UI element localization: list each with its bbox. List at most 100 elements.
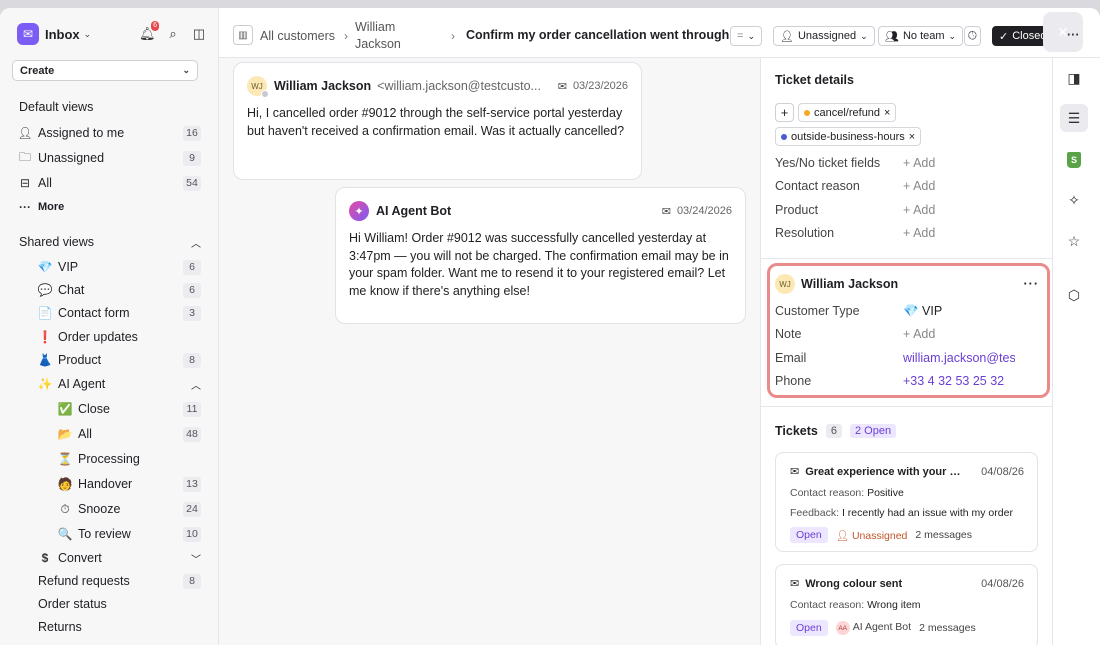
chevron-down-icon[interactable]: ⌄: [84, 29, 92, 40]
customer-phone-link[interactable]: +33 4 32 53 25 32: [903, 374, 1004, 388]
sidebar-item-ai-handover[interactable]: 🧑 Handover 13: [57, 474, 201, 494]
ticket-date: 04/08/26: [981, 577, 1024, 590]
ticket-details-panel: Ticket details + cancel/refund × outside…: [760, 58, 1053, 645]
priority-icon: =: [737, 30, 744, 42]
sidebar-item-ai-processing[interactable]: ⏳ Processing: [57, 449, 201, 469]
sidebar-item-refund-requests[interactable]: Refund requests 8: [38, 571, 201, 591]
sidebar-more[interactable]: ··· More: [17, 197, 201, 217]
remove-tag-icon[interactable]: ×: [909, 131, 915, 143]
tag-cancel-refund[interactable]: cancel/refund ×: [798, 103, 897, 122]
collapse-sidebar-icon[interactable]: ◫: [191, 26, 207, 42]
more-label: More: [38, 201, 65, 213]
default-views-title: Default views: [19, 100, 94, 114]
sidebar-item-returns[interactable]: Returns: [38, 617, 201, 637]
sidebar-item-order-status[interactable]: Order status: [38, 594, 201, 614]
customer-details-icon[interactable]: ☰: [1060, 104, 1088, 132]
remove-tag-icon[interactable]: ×: [884, 107, 890, 119]
customer-email-link[interactable]: william.jackson@testcustomer.com: [903, 351, 1015, 365]
stopwatch-icon: ⏱: [60, 501, 70, 516]
view-count: 24: [183, 501, 201, 517]
tickets-count: 6: [825, 424, 842, 438]
more-options-icon[interactable]: ···: [1067, 28, 1080, 42]
breadcrumb-customer-last[interactable]: Jackson: [355, 37, 401, 51]
status-badge: Open: [790, 527, 828, 543]
avatar: WJ: [247, 76, 269, 98]
tag-outside-business-hours[interactable]: outside-business-hours ×: [775, 127, 922, 146]
folder-icon: 🗀: [18, 149, 31, 164]
ticket-card[interactable]: ✉ Wrong colour sent 04/08/26 Contact rea…: [775, 564, 1038, 645]
settings-icon[interactable]: ⬡: [1060, 281, 1088, 309]
add-tag-button[interactable]: +: [775, 103, 794, 122]
inbox-title[interactable]: Inbox: [45, 27, 80, 42]
customer-type-value[interactable]: 💎 VIP: [903, 304, 942, 319]
team-select[interactable]: 👥︎ No team ⌄: [878, 26, 964, 46]
sidebar-item-assigned-to-me[interactable]: 👤︎ Assigned to me 16: [17, 123, 201, 143]
notification-badge: 6: [151, 21, 159, 31]
sidebar-item-order-updates[interactable]: ❗ Order updates: [37, 327, 201, 347]
snooze-button[interactable]: 🕓︎: [964, 26, 981, 46]
sidebar-item-ai-to-review[interactable]: 🔍 To review 10: [57, 524, 201, 544]
shared-views-title: Shared views: [19, 235, 95, 249]
sidebar-item-label: Returns: [38, 620, 82, 634]
chevron-up-icon: ︿: [191, 380, 201, 392]
sidebar-item-ai-snooze[interactable]: ⏱ Snooze 24: [57, 499, 201, 519]
avatar: AA: [835, 621, 850, 636]
star-icon[interactable]: ☆: [1060, 227, 1088, 255]
sidebar-item-label: Order status: [38, 597, 107, 611]
shared-views-header[interactable]: Shared views ︿: [19, 232, 201, 252]
clock-icon: 🕓︎: [968, 29, 977, 42]
sidebar-item-ai-close[interactable]: ✅ Close 11: [57, 399, 201, 419]
breadcrumb-all-customers[interactable]: All customers: [260, 29, 335, 43]
ticket-assignee: 👤︎ Unassigned: [835, 529, 908, 542]
ticket-contact-reason: Contact reason: Wrong item: [790, 599, 921, 611]
sidebar-item-all[interactable]: ⊟ All 54: [17, 173, 201, 193]
bell-icon[interactable]: 🔔︎ 6: [139, 21, 159, 42]
field-yes-no: Yes/No ticket fields + Add: [775, 156, 936, 170]
chevron-down-icon: ﹀: [191, 554, 201, 566]
view-count: 16: [183, 125, 201, 141]
ellipsis-icon: ···: [19, 200, 31, 214]
sidebar-item-label: All: [78, 427, 92, 441]
priority-select[interactable]: = ⌄: [730, 26, 762, 46]
ticket-date: 04/08/26: [981, 465, 1024, 478]
sidebar-item-ai-all[interactable]: 📂 All 48: [57, 424, 201, 444]
sidebar-item-convert[interactable]: $ Convert ﹀: [37, 548, 201, 568]
sidebar-item-label: Close: [78, 402, 110, 416]
breadcrumb-customer-first[interactable]: William: [355, 20, 395, 34]
ticket-details-title: Ticket details: [775, 73, 854, 87]
sidebar-item-ai-agent[interactable]: ✨ AI Agent ︿: [37, 374, 201, 394]
view-count: 10: [183, 526, 201, 542]
sidebar-item-unassigned[interactable]: 🗀 Unassigned 9: [17, 148, 201, 168]
sender-name[interactable]: AI Agent Bot: [376, 204, 451, 218]
breadcrumb-separator-icon: ›: [344, 29, 348, 43]
magnifier-icon: 🔍: [57, 527, 73, 541]
collapse-panel-icon[interactable]: ◨: [1060, 64, 1088, 92]
breadcrumb-separator-icon: ›: [451, 29, 455, 43]
sender-name[interactable]: William Jackson: [274, 79, 371, 93]
add-field-button[interactable]: + Add: [903, 203, 935, 217]
add-field-button[interactable]: + Add: [903, 226, 935, 240]
create-button[interactable]: Create ⌄: [12, 60, 198, 81]
customer-name[interactable]: William Jackson: [801, 277, 898, 291]
more-options-icon[interactable]: ···: [1024, 277, 1040, 291]
shopify-icon[interactable]: S: [1060, 146, 1088, 174]
sidebar-item-product[interactable]: 👗 Product 8: [37, 350, 201, 370]
add-field-button[interactable]: + Add: [903, 156, 935, 170]
add-note-button[interactable]: + Add: [903, 327, 935, 341]
ai-sparkle-icon[interactable]: ✧: [1060, 186, 1088, 214]
tag-color-dot: [804, 109, 810, 116]
tickets-open-badge[interactable]: 2 Open: [849, 424, 897, 438]
sidebar-item-contact-form[interactable]: 📄 Contact form 3: [37, 303, 201, 323]
conversation-thread: WJ William Jackson <william.jackson@test…: [219, 58, 760, 645]
search-icon[interactable]: ⌕: [165, 26, 181, 42]
assignee-select[interactable]: 👤︎ Unassigned ⌄: [773, 26, 875, 46]
sidebar-item-label: Assigned to me: [38, 126, 125, 140]
panel-toggle-icon[interactable]: ▥: [233, 25, 253, 45]
customer-message: WJ William Jackson <william.jackson@test…: [233, 62, 642, 180]
sidebar-item-label: To review: [78, 527, 131, 541]
add-field-button[interactable]: + Add: [903, 179, 935, 193]
sidebar-item-chat[interactable]: 💬 Chat 6: [37, 280, 201, 300]
ticket-card[interactable]: ✉ Great experience with your su... 04/08…: [775, 452, 1038, 552]
sidebar-item-vip[interactable]: 💎 VIP 6: [37, 257, 201, 277]
ticket-title[interactable]: Confirm my order cancellation went throu…: [466, 28, 729, 42]
